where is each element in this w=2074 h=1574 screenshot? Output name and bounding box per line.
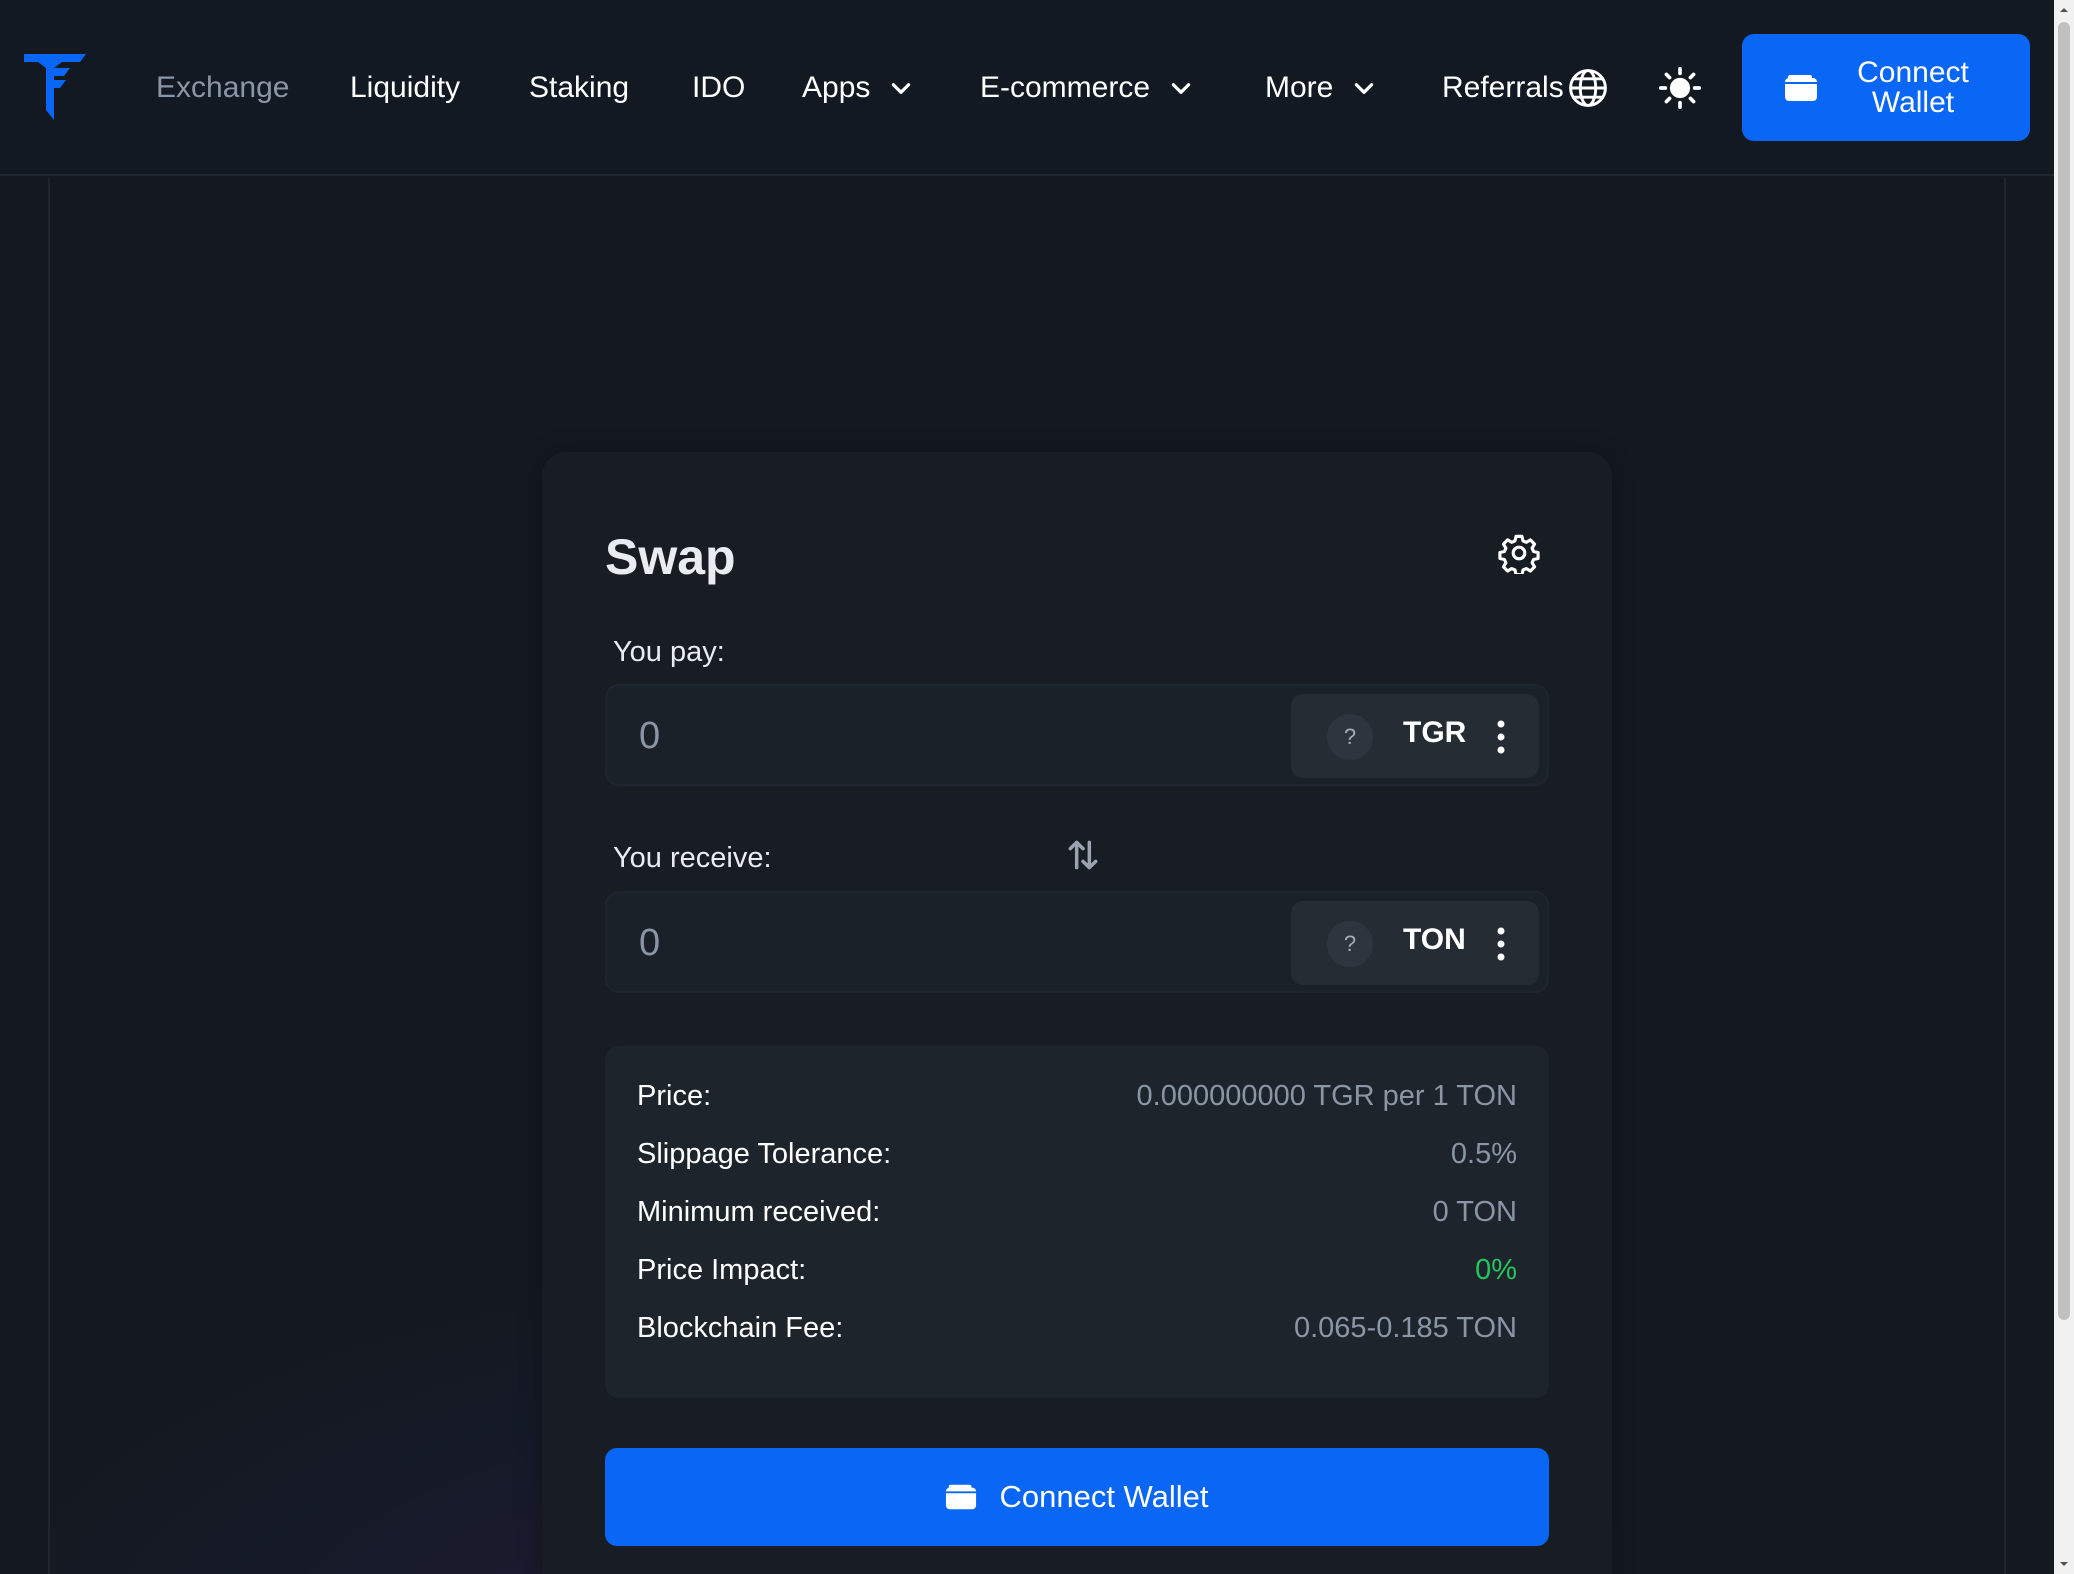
nav-ecommerce[interactable]: E-commerce — [980, 64, 1194, 112]
wallet-icon — [946, 1484, 977, 1510]
slippage-label: Slippage Tolerance: — [637, 1138, 892, 1170]
connect-wallet-label: Connect Wallet — [999, 1479, 1209, 1514]
scrollbar[interactable] — [2054, 0, 2074, 1574]
nav-apps-label: Apps — [802, 71, 871, 104]
chevron-down-icon — [1355, 83, 1374, 94]
minimum-received-label: Minimum received: — [637, 1196, 881, 1228]
nav-more-label: More — [1265, 71, 1334, 104]
nav-ido[interactable]: IDO — [692, 64, 745, 112]
receive-field: ? TON — [605, 891, 1549, 993]
sun-icon[interactable] — [1658, 66, 1702, 110]
blockchain-fee-row: Blockchain Fee: 0.065-0.185 TON — [637, 1312, 1517, 1352]
minimum-received-value: 0 TON — [1432, 1196, 1517, 1228]
nav-more[interactable]: More — [1265, 64, 1377, 112]
more-vertical-icon[interactable] — [1495, 718, 1507, 756]
nav-referrals-label: Referrals — [1442, 71, 1564, 104]
question-icon: ? — [1327, 714, 1373, 760]
receive-amount-input[interactable] — [639, 913, 1239, 973]
price-label: Price: — [637, 1080, 712, 1112]
more-vertical-icon[interactable] — [1495, 925, 1507, 963]
logo-icon[interactable] — [24, 54, 86, 120]
receive-label: You receive: — [613, 842, 772, 874]
price-value: 0.000000000 TGR per 1 TON — [1136, 1080, 1517, 1112]
scroll-down-arrow-icon[interactable] — [2058, 1558, 2070, 1570]
question-icon: ? — [1327, 921, 1373, 967]
nav-referrals[interactable]: Referrals — [1442, 64, 1564, 112]
gear-icon[interactable] — [1498, 532, 1540, 574]
chevron-down-icon — [1171, 83, 1191, 94]
scroll-up-arrow-icon[interactable] — [2058, 4, 2070, 16]
nav-exchange[interactable]: Exchange — [156, 64, 289, 112]
swap-title: Swap — [605, 529, 736, 585]
blockchain-fee-value: 0.065-0.185 TON — [1293, 1312, 1517, 1344]
price-row: Price: 0.000000000 TGR per 1 TON — [637, 1080, 1517, 1120]
nav-liquidity-label: Liquidity — [350, 71, 461, 104]
nav-ecommerce-label: E-commerce — [980, 71, 1151, 104]
swap-card: Swap You pay: ? TGR Yo — [542, 452, 1612, 1574]
minimum-received-row: Minimum received: 0 TON — [637, 1196, 1517, 1236]
receive-token-symbol: TON — [1403, 923, 1466, 956]
pay-amount-input[interactable] — [639, 706, 1239, 766]
price-impact-row: Price Impact: 0% — [637, 1254, 1517, 1294]
nav-exchange-label: Exchange — [156, 71, 290, 104]
nav-liquidity[interactable]: Liquidity — [350, 64, 460, 112]
nav-apps[interactable]: Apps — [802, 64, 914, 112]
app-root: Exchange Liquidity Staking IDO Apps E-co… — [0, 0, 2074, 1574]
pay-token-symbol: TGR — [1403, 716, 1467, 749]
nav-staking-label: Staking — [529, 71, 630, 104]
pay-field: ? TGR — [605, 684, 1549, 786]
scrollbar-thumb[interactable] — [2058, 22, 2070, 1320]
blockchain-fee-label: Blockchain Fee: — [637, 1312, 844, 1344]
header-connect-wallet-button[interactable]: Connect Wallet — [1742, 34, 2030, 141]
nav-ido-label: IDO — [692, 71, 746, 104]
swap-details-panel: Price: 0.000000000 TGR per 1 TON Slippag… — [605, 1046, 1549, 1398]
globe-icon[interactable] — [1566, 66, 1610, 110]
nav-staking[interactable]: Staking — [529, 64, 629, 112]
main-content: Swap You pay: ? TGR Yo — [48, 178, 2006, 1574]
connect-wallet-button[interactable]: Connect Wallet — [605, 1448, 1549, 1546]
slippage-row: Slippage Tolerance: 0.5% — [637, 1138, 1517, 1178]
slippage-value: 0.5% — [1450, 1138, 1517, 1170]
price-impact-value: 0% — [1475, 1254, 1517, 1286]
price-impact-label: Price Impact: — [637, 1254, 807, 1286]
top-navbar: Exchange Liquidity Staking IDO Apps E-co… — [0, 0, 2054, 176]
pay-token-selector[interactable]: ? TGR — [1291, 694, 1539, 778]
pay-label: You pay: — [613, 636, 725, 668]
wallet-icon — [1785, 74, 1817, 101]
header-connect-wallet-label: Connect Wallet — [1857, 55, 1969, 119]
receive-token-selector[interactable]: ? TON — [1291, 901, 1539, 985]
swap-arrows-icon[interactable] — [1064, 836, 1102, 874]
chevron-down-icon — [892, 83, 911, 94]
